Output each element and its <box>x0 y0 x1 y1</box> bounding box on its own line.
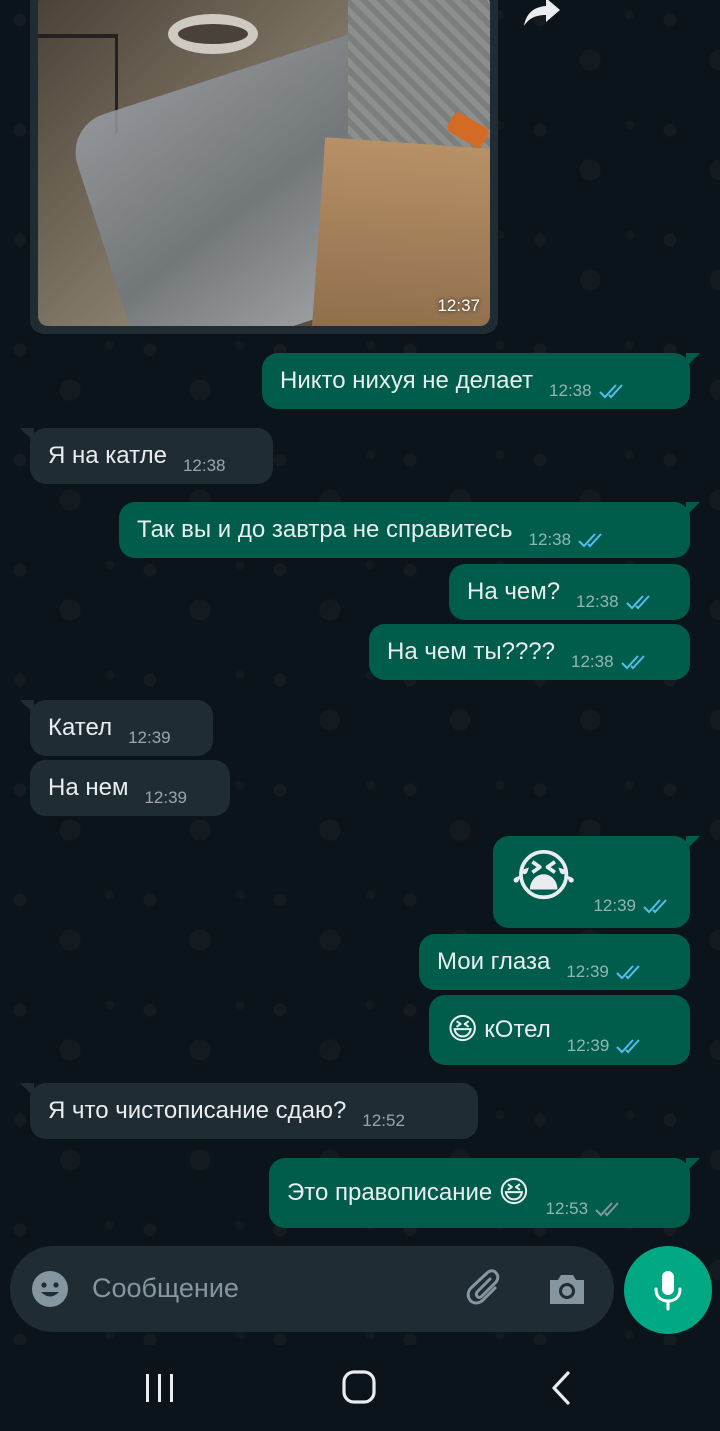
outgoing-message[interactable]: 😭 12:39 <box>493 836 700 928</box>
microphone-icon <box>654 1271 682 1311</box>
laughing-face-emoji: 😆 <box>498 1176 530 1209</box>
message-time: 12:52 <box>362 1111 405 1130</box>
recent-apps-icon[interactable] <box>142 1371 178 1405</box>
message-time: 12:39 <box>566 1036 610 1055</box>
message-composer[interactable]: Сообщение <box>10 1246 614 1332</box>
message-time: 12:38 <box>528 530 572 549</box>
system-navigation-bar <box>0 1345 720 1431</box>
double-check-read-icon <box>578 533 602 548</box>
message-text: На чем? <box>467 578 561 605</box>
double-check-read-icon <box>625 595 650 610</box>
message-time: 12:38 <box>571 652 614 671</box>
double-check-read-icon <box>598 384 623 399</box>
message-time: 12:39 <box>566 962 609 981</box>
photo-thumbnail[interactable] <box>38 0 490 326</box>
incoming-message[interactable]: Я на катле 12:38 <box>20 428 273 484</box>
paperclip-icon[interactable] <box>465 1268 507 1310</box>
voice-record-button[interactable] <box>624 1246 712 1334</box>
outgoing-message[interactable]: Никто нихуя не делает 12:38 <box>262 353 700 409</box>
double-check-read-icon <box>643 899 667 914</box>
outgoing-message[interactable]: Так вы и до завтра не справитесь 12:38 <box>119 502 700 558</box>
message-time: 12:39 <box>128 728 171 747</box>
incoming-message[interactable]: Кател 12:39 <box>20 700 213 756</box>
camera-icon[interactable] <box>546 1270 588 1308</box>
message-text: кОтел <box>484 1016 551 1043</box>
message-time: 12:38 <box>549 381 592 400</box>
double-check-read-icon <box>616 965 640 980</box>
outgoing-message[interactable]: На чем? 12:38 <box>449 564 690 620</box>
double-check-read-icon <box>620 655 645 670</box>
message-text: Никто нихуя не делает <box>280 367 534 394</box>
smiley-icon[interactable] <box>30 1269 70 1309</box>
laughing-face-emoji: 😆 <box>447 1013 479 1046</box>
message-text: На нем <box>48 774 129 801</box>
incoming-message[interactable]: На нем 12:39 <box>30 760 230 816</box>
message-time: 12:39 <box>593 896 636 915</box>
outgoing-message[interactable]: Это правописание 😆 12:53 <box>269 1158 700 1228</box>
message-time: 12:37 <box>437 296 480 315</box>
message-text: Я что чистописание сдаю? <box>48 1097 347 1124</box>
image-message[interactable]: 12:37 <box>30 0 498 334</box>
message-text: Мои глаза <box>437 948 551 975</box>
message-text: Это правописание <box>287 1179 493 1206</box>
outgoing-message[interactable]: На чем ты???? 12:38 <box>369 624 690 680</box>
forward-icon[interactable] <box>520 0 564 30</box>
back-icon[interactable] <box>548 1369 574 1407</box>
chat-area[interactable]: 12:37 Никто нихуя не делает 12:38 Я на к… <box>0 0 720 1345</box>
double-check-delivered-icon <box>595 1202 619 1217</box>
home-icon[interactable] <box>340 1367 378 1407</box>
outgoing-message[interactable]: Мои глаза 12:39 <box>419 934 690 990</box>
message-time: 12:38 <box>576 592 619 611</box>
incoming-message[interactable]: Я что чистописание сдаю? 12:52 <box>20 1083 478 1139</box>
message-text: Я на катле <box>48 442 167 469</box>
crying-face-emoji: 😭 <box>511 844 577 907</box>
message-time: 12:53 <box>545 1199 589 1218</box>
message-text: На чем ты???? <box>387 638 555 665</box>
message-text: Кател <box>48 714 113 741</box>
double-check-read-icon <box>616 1039 641 1054</box>
message-time: 12:39 <box>144 788 187 807</box>
message-time: 12:38 <box>182 456 226 475</box>
message-input[interactable]: Сообщение <box>92 1273 239 1304</box>
message-text: Так вы и до завтра не справитесь <box>137 516 513 543</box>
outgoing-message[interactable]: 😆 кОтел 12:39 <box>429 995 690 1065</box>
